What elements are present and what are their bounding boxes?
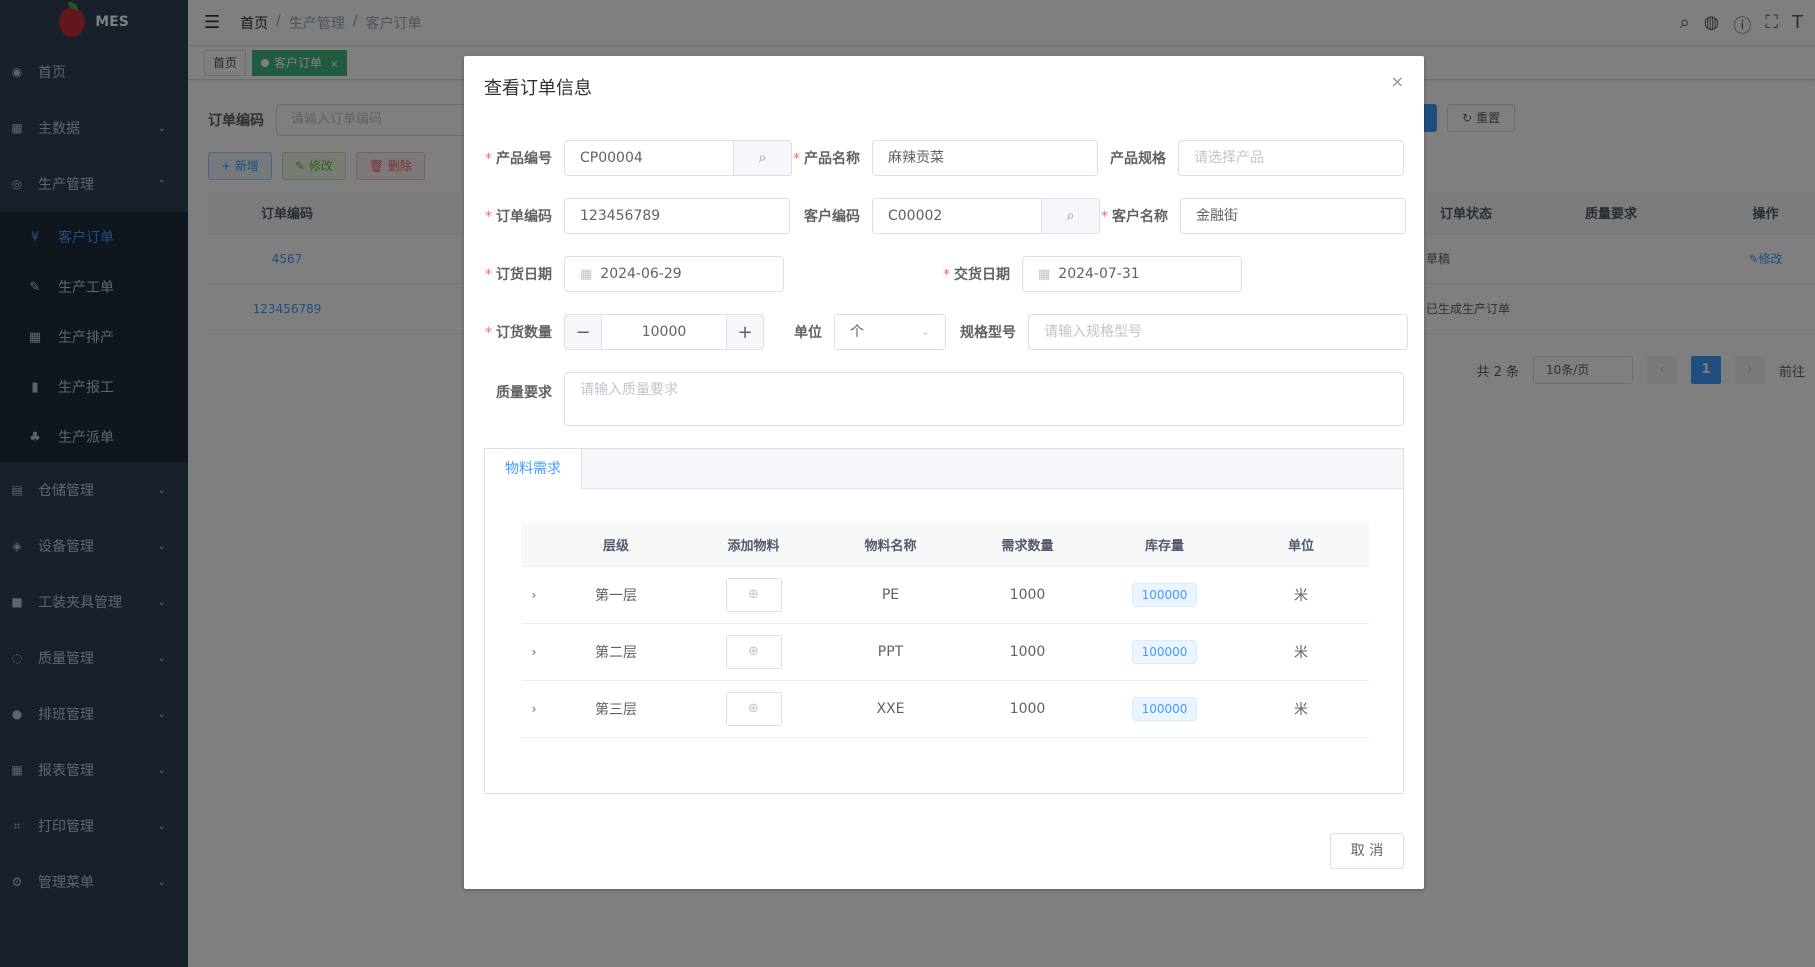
quality-textarea[interactable]: 请输入质量要求 <box>564 372 1404 426</box>
material-name-cell: PE <box>881 587 900 603</box>
field-label: * 订单编码 <box>485 209 552 225</box>
field-label: * 订货日期 <box>485 267 552 283</box>
expand-icon[interactable]: › <box>521 645 547 659</box>
expand-icon[interactable]: › <box>521 702 547 716</box>
add-material-button[interactable]: ⊕ <box>725 635 782 669</box>
chevron-down-icon: ⌄ <box>920 325 930 338</box>
close-icon[interactable]: × <box>1391 72 1404 91</box>
material-name-cell: PPT <box>877 644 904 660</box>
table-row: › 第二层 ⊕ PPT 1000 100000 米 <box>521 624 1369 681</box>
calendar-icon: ▦ <box>1038 267 1051 282</box>
table-header: 层级 添加物料 物料名称 需求数量 库存量 单位 <box>521 523 1369 567</box>
calendar-icon: ▦ <box>580 267 593 282</box>
tab-material-demand[interactable]: 物料需求 <box>485 449 582 489</box>
product-spec-input[interactable]: 请选择产品 <box>1178 140 1404 176</box>
stock-badge: 100000 <box>1131 697 1198 721</box>
increase-button[interactable]: + <box>727 315 763 349</box>
customer-name-input[interactable]: 金融街 <box>1180 198 1406 234</box>
column-header: 层级 <box>602 539 629 554</box>
delivery-date-picker[interactable]: ▦ 2024-07-31 <box>1022 256 1242 292</box>
field-label: 单位 <box>794 325 822 341</box>
search-icon[interactable]: ⌕ <box>734 140 792 176</box>
tab-header: 物料需求 <box>485 449 1403 489</box>
field-label: 产品规格 <box>1110 151 1166 167</box>
field-label: * 客户名称 <box>1101 209 1168 225</box>
order-code-input[interactable]: 123456789 <box>564 198 790 234</box>
stock-badge: 100000 <box>1131 583 1198 607</box>
unit-select[interactable]: 个 ⌄ <box>834 314 946 350</box>
stock-badge: 100000 <box>1131 640 1198 664</box>
quantity-input[interactable]: 10000 <box>601 315 727 349</box>
order-date-picker[interactable]: ▦ 2024-06-29 <box>564 256 784 292</box>
column-header: 需求数量 <box>1001 539 1054 554</box>
field-label: 规格型号 <box>960 325 1016 341</box>
order-detail-dialog: 查看订单信息 × * 产品编号 CP00004 ⌕ * 产品名称 麻辣贡菜 产品规格… <box>464 56 1424 889</box>
level-cell: 第二层 <box>595 645 637 661</box>
add-material-button[interactable]: ⊕ <box>725 692 782 726</box>
product-name-input[interactable]: 麻辣贡菜 <box>872 140 1098 176</box>
material-tabs: 物料需求 层级 添加物料 物料名称 需求数量 库存量 单位 › 第一层 ⊕ PE… <box>484 448 1404 794</box>
column-header: 物料名称 <box>864 539 917 554</box>
customer-code-input[interactable]: C00002 <box>872 198 1042 234</box>
unit-cell: 米 <box>1294 588 1308 604</box>
column-header: 库存量 <box>1144 539 1184 554</box>
field-label: * 订货数量 <box>485 325 552 341</box>
search-icon[interactable]: ⌕ <box>1042 198 1100 234</box>
dialog-title: 查看订单信息 <box>484 78 592 99</box>
column-header: 单位 <box>1287 539 1314 554</box>
material-name-cell: XXE <box>876 701 905 717</box>
form-row: * 订货日期 ▦ 2024-06-29 * 交货日期 ▦ 2024-07-31 <box>484 256 1242 292</box>
quantity-stepper: − 10000 + <box>564 314 764 350</box>
field-label: * 交货日期 <box>943 267 1010 283</box>
column-header: 添加物料 <box>727 539 780 554</box>
demand-qty-cell: 1000 <box>1009 644 1046 660</box>
field-label: * 产品编号 <box>485 151 552 167</box>
level-cell: 第三层 <box>595 702 637 718</box>
level-cell: 第一层 <box>595 588 637 604</box>
form-row: * 订货数量 − 10000 + 单位 个 ⌄ 规格型号 请输入规格型号 <box>484 314 1408 350</box>
material-table: 层级 添加物料 物料名称 需求数量 库存量 单位 › 第一层 ⊕ PE 1000… <box>521 523 1369 738</box>
expand-icon[interactable]: › <box>521 588 547 602</box>
field-label: * 产品名称 <box>793 151 860 167</box>
form-row: * 产品编号 CP00004 ⌕ * 产品名称 麻辣贡菜 产品规格 请选择产品 <box>484 140 1404 176</box>
product-code-input[interactable]: CP00004 <box>564 140 734 176</box>
unit-cell: 米 <box>1294 702 1308 718</box>
add-material-button[interactable]: ⊕ <box>725 578 782 612</box>
decrease-button[interactable]: − <box>565 315 601 349</box>
form-row: 质量要求 <box>484 374 564 410</box>
field-label: 质量要求 <box>496 385 552 401</box>
demand-qty-cell: 1000 <box>1009 587 1046 603</box>
unit-cell: 米 <box>1294 645 1308 661</box>
form-row: * 订单编码 123456789 客户编码 C00002 ⌕ * 客户名称 金融街 <box>484 198 1406 234</box>
table-row: › 第一层 ⊕ PE 1000 100000 米 <box>521 567 1369 624</box>
model-input[interactable]: 请输入规格型号 <box>1028 314 1408 350</box>
field-label: 客户编码 <box>804 209 860 225</box>
demand-qty-cell: 1000 <box>1009 701 1046 717</box>
table-row: › 第三层 ⊕ XXE 1000 100000 米 <box>521 681 1369 738</box>
cancel-button[interactable]: 取 消 <box>1330 833 1404 869</box>
